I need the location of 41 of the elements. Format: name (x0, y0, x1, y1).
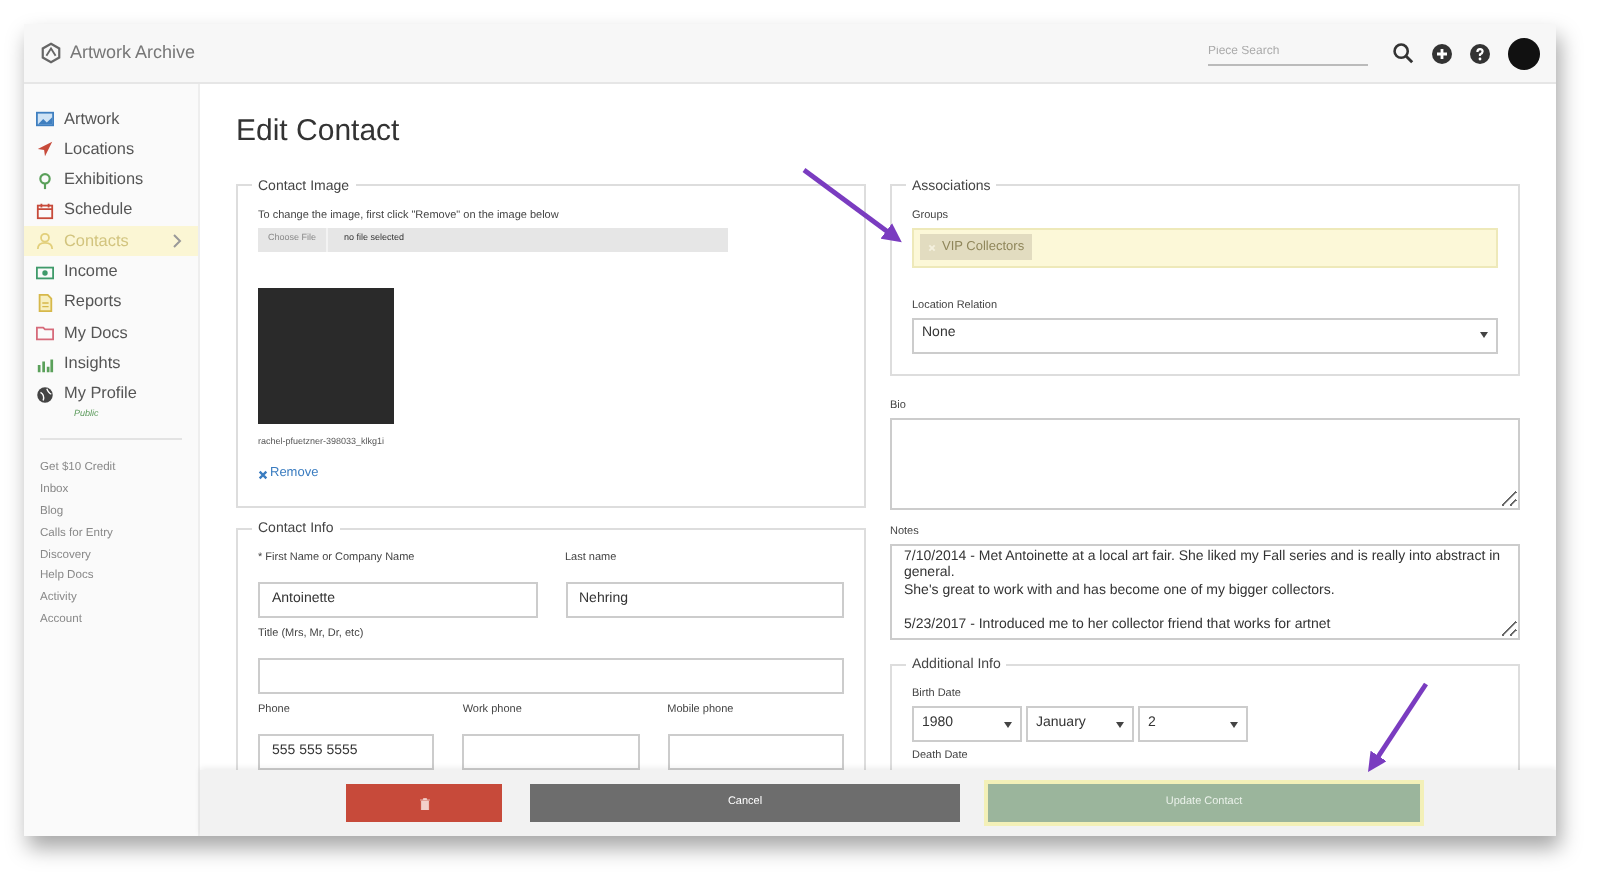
document-icon (36, 293, 54, 312)
close-icon (258, 469, 268, 479)
trash-icon (419, 797, 429, 809)
chevron-icon (172, 234, 182, 249)
page-title: Edit Contact (236, 114, 402, 150)
sidebar-item[interactable]: Locations (24, 134, 198, 166)
app-name[interactable]: Artwork Archive (70, 39, 196, 67)
annotation-arrow (802, 168, 902, 243)
picture-icon (36, 110, 54, 129)
money-icon (36, 263, 54, 282)
input-field[interactable] (258, 657, 844, 693)
sidebar-item[interactable]: Artwork (24, 104, 198, 135)
person-icon (36, 232, 54, 251)
delete-button[interactable] (346, 784, 502, 822)
caret-icon (1116, 721, 1124, 727)
globe-icon (36, 385, 54, 404)
text-area[interactable] (890, 417, 1520, 509)
map-pin-icon (36, 171, 54, 190)
caret-icon (1480, 332, 1488, 338)
sidebar-item[interactable]: Reports (24, 287, 198, 319)
logo-icon (40, 42, 62, 64)
help-icon[interactable] (1470, 43, 1490, 63)
sidebar-item[interactable]: Insights (24, 348, 198, 380)
bar-chart-icon (36, 355, 54, 374)
search-icon[interactable] (1392, 42, 1414, 64)
sidebar-item[interactable]: Income (24, 256, 198, 288)
caret-icon (1230, 721, 1238, 727)
add-icon[interactable] (1432, 43, 1452, 63)
annotation-arrow (1368, 682, 1428, 772)
photo-placeholder (258, 287, 394, 423)
input-field[interactable] (667, 733, 844, 769)
avatar[interactable] (1508, 37, 1540, 69)
input-field[interactable] (462, 733, 640, 769)
sidebar-item[interactable]: My Docs (24, 318, 198, 349)
caret-icon (1004, 721, 1012, 727)
calendar-icon (36, 202, 54, 221)
location-arrow-icon (36, 140, 54, 159)
sidebar-item[interactable]: Exhibitions (24, 165, 198, 196)
sidebar-item[interactable]: My Profile (24, 379, 198, 410)
folder-icon (36, 324, 54, 343)
sidebar-item[interactable]: Schedule (24, 195, 198, 227)
